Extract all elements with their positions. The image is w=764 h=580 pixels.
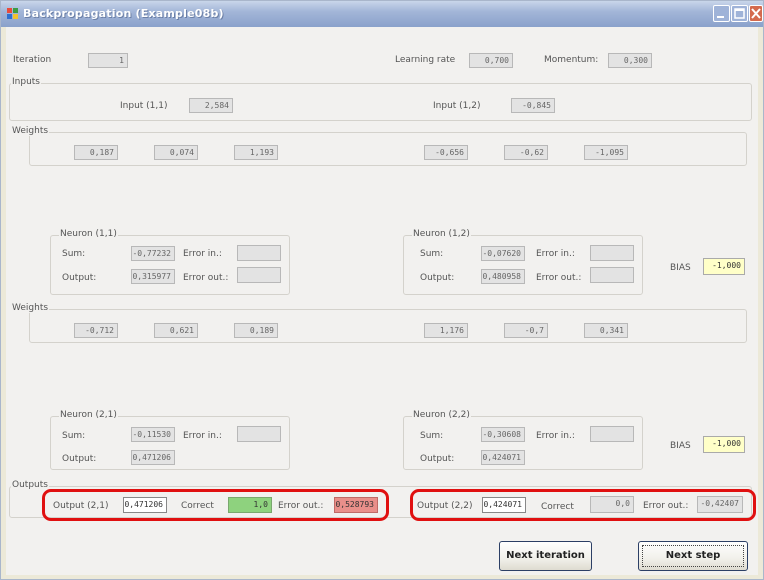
client-area: Iteration 1 Learning rate 0,700 Momentum…: [6, 27, 758, 575]
neuron12-error-out-label: Error out.:: [536, 273, 582, 283]
neuron22-sum-field[interactable]: -0,30608: [481, 427, 525, 442]
neuron11-title: Neuron (1,1): [59, 229, 118, 239]
output21-label: Output (2,1): [53, 501, 109, 511]
bias1-label: BIAS: [670, 263, 691, 273]
momentum-field[interactable]: 0,300: [608, 53, 652, 68]
title-bar[interactable]: Backpropagation (Example08b): [1, 1, 763, 27]
close-button[interactable]: [749, 5, 763, 22]
error-out2-field[interactable]: -0,42407: [697, 496, 743, 513]
minimize-icon: [717, 16, 724, 18]
neuron22-title: Neuron (2,2): [412, 410, 471, 420]
input12-field[interactable]: -0,845: [511, 98, 555, 113]
weight2-field[interactable]: -0,712: [74, 323, 118, 338]
weight2-field[interactable]: 0,621: [154, 323, 198, 338]
neuron12-group: Neuron (1,2): [403, 229, 643, 295]
error-out1-field[interactable]: 0,528793: [334, 497, 378, 513]
input11-label: Input (1,1): [120, 101, 168, 111]
neuron21-output-field[interactable]: 0,471206: [131, 450, 175, 465]
neuron22-error-in-field[interactable]: [590, 426, 634, 442]
neuron22-sum-label: Sum:: [420, 431, 444, 441]
correct1-field[interactable]: 1,0: [228, 497, 272, 513]
app-window: Backpropagation (Example08b) Iteration 1…: [0, 0, 764, 580]
inputs-group-label: Inputs: [11, 77, 41, 87]
neuron12-output-field[interactable]: 0,480958: [481, 269, 525, 284]
neuron12-title: Neuron (1,2): [412, 229, 471, 239]
maximize-button[interactable]: [731, 5, 748, 22]
next-iteration-button[interactable]: Next iteration: [499, 541, 592, 571]
weight1-field[interactable]: -0,62: [504, 145, 548, 160]
learning-rate-label: Learning rate: [395, 55, 456, 65]
neuron11-sum-label: Sum:: [62, 249, 86, 259]
weights2-group-label: Weights: [11, 303, 50, 313]
app-icon: [7, 8, 18, 19]
learning-rate-field[interactable]: 0,700: [469, 53, 513, 68]
weight1-field[interactable]: 0,187: [74, 145, 118, 160]
error-out2-label: Error out.:: [643, 501, 689, 511]
neuron11-sum-field[interactable]: -0,77232: [131, 246, 175, 261]
neuron22-output-field[interactable]: 0,424071: [481, 450, 525, 465]
maximize-icon: [734, 8, 745, 19]
neuron12-sum-field[interactable]: -0,07620: [481, 246, 525, 261]
neuron12-output-label: Output:: [420, 273, 455, 283]
input12-label: Input (1,2): [433, 101, 481, 111]
neuron21-error-in-field[interactable]: [237, 426, 281, 442]
input11-field[interactable]: 2,584: [189, 98, 233, 113]
bias1-field[interactable]: -1,000: [703, 258, 745, 275]
output22-field[interactable]: 0,424071: [482, 497, 526, 513]
neuron21-error-in-label: Error in.:: [183, 431, 222, 441]
iteration-label: Iteration: [13, 55, 52, 65]
weights1-group: Weights: [11, 126, 747, 166]
window-title: Backpropagation (Example08b): [23, 7, 224, 20]
next-step-button[interactable]: Next step: [638, 541, 748, 571]
neuron11-output-field[interactable]: 0,315977: [131, 269, 175, 284]
momentum-label: Momentum:: [544, 55, 599, 65]
neuron11-error-out-field[interactable]: [237, 267, 281, 283]
neuron22-output-label: Output:: [420, 454, 455, 464]
weights1-group-label: Weights: [11, 126, 50, 136]
neuron12-error-in-label: Error in.:: [536, 249, 575, 259]
neuron12-error-in-field[interactable]: [590, 245, 634, 261]
output22-label: Output (2,2): [417, 501, 473, 511]
close-icon: [751, 8, 761, 19]
minimize-button[interactable]: [713, 5, 730, 22]
neuron11-error-in-label: Error in.:: [183, 249, 222, 259]
neuron12-sum-label: Sum:: [420, 249, 444, 259]
neuron11-group: Neuron (1,1): [50, 229, 290, 295]
neuron21-sum-field[interactable]: -0,11530: [131, 427, 175, 442]
neuron12-error-out-field[interactable]: [590, 267, 634, 283]
neuron21-title: Neuron (2,1): [59, 410, 118, 420]
bias2-field[interactable]: -1,000: [703, 436, 745, 453]
weight1-field[interactable]: -0,656: [424, 145, 468, 160]
iteration-field[interactable]: 1: [88, 53, 128, 68]
outputs-group-label: Outputs: [11, 480, 49, 490]
neuron21-sum-label: Sum:: [62, 431, 86, 441]
focus-ring: [642, 545, 744, 567]
weight1-field[interactable]: 0,074: [154, 145, 198, 160]
neuron11-error-out-label: Error out.:: [183, 273, 229, 283]
correct1-label: Correct: [181, 501, 214, 511]
weight1-field[interactable]: 1,193: [234, 145, 278, 160]
weight2-field[interactable]: -0,7: [504, 323, 548, 338]
weight1-field[interactable]: -1,095: [584, 145, 628, 160]
weight2-field[interactable]: 0,189: [234, 323, 278, 338]
neuron22-error-in-label: Error in.:: [536, 431, 575, 441]
weight2-field[interactable]: 0,341: [584, 323, 628, 338]
weight2-field[interactable]: 1,176: [424, 323, 468, 338]
correct2-label: Correct: [541, 502, 574, 512]
bias2-label: BIAS: [670, 441, 691, 451]
correct2-field[interactable]: 0,0: [590, 496, 634, 513]
weights2-group: Weights: [11, 303, 747, 343]
neuron11-output-label: Output:: [62, 273, 97, 283]
neuron11-error-in-field[interactable]: [237, 245, 281, 261]
error-out1-label: Error out.:: [278, 501, 324, 511]
output21-field[interactable]: 0,471206: [123, 497, 167, 513]
neuron21-output-label: Output:: [62, 454, 97, 464]
